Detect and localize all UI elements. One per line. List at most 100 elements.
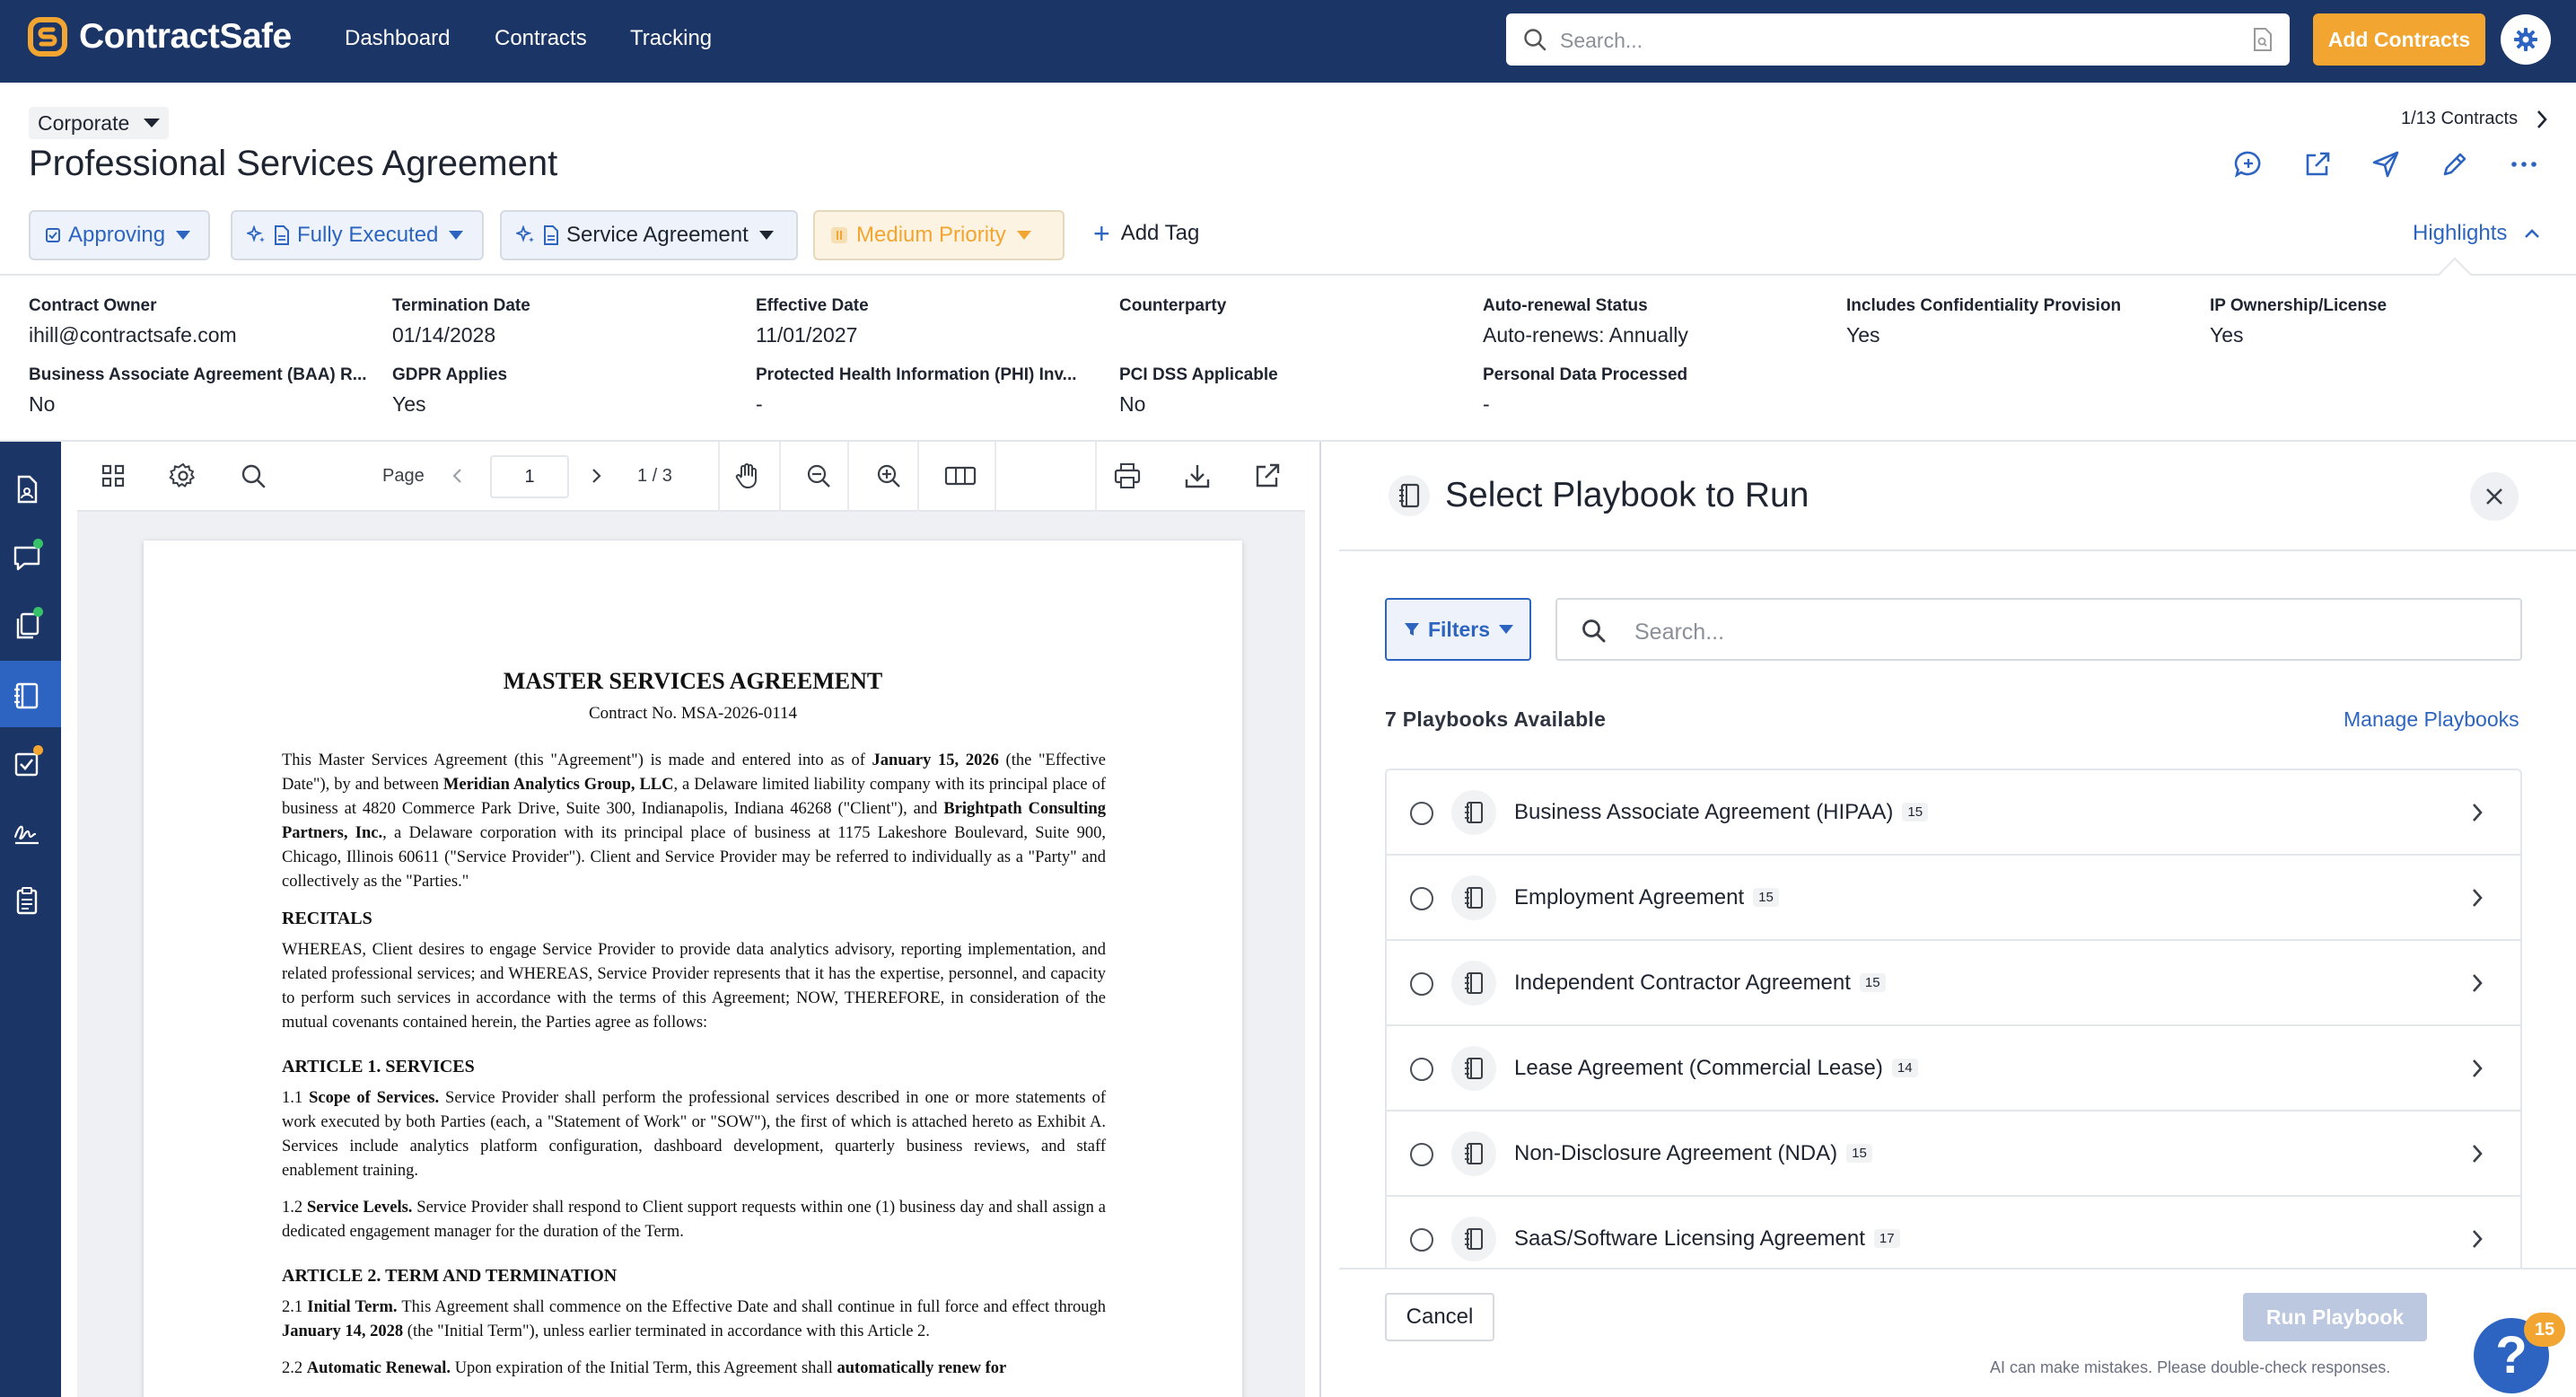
rail-comments[interactable]	[0, 523, 61, 589]
download-button[interactable]	[1176, 454, 1219, 497]
execution-status-pill[interactable]: Fully Executed	[231, 210, 484, 260]
metadata-label: Contract Owner	[29, 296, 157, 315]
playbook-list-item[interactable]: Employment Agreement 15	[1387, 856, 2520, 941]
folder-select[interactable]: Corporate	[29, 107, 170, 139]
playbook-icon-badge	[1451, 1131, 1496, 1176]
edit-icon[interactable]	[2440, 149, 2470, 180]
playbook-list-item[interactable]: Non-Disclosure Agreement (NDA) 15	[1387, 1111, 2520, 1197]
status-pill-label: Approving	[68, 223, 166, 247]
nav-dashboard[interactable]: Dashboard	[345, 26, 450, 51]
document-heading: RECITALS	[282, 909, 372, 928]
viewer-search-button[interactable]	[232, 454, 275, 497]
rail-related-documents[interactable]	[0, 591, 61, 657]
nav-tracking[interactable]: Tracking	[630, 26, 712, 51]
document-paragraph: WHEREAS, Client desires to engage Servic…	[282, 941, 1106, 1032]
playbook-list-item[interactable]: Business Associate Agreement (HIPAA) 15	[1387, 770, 2520, 856]
metadata-value: Auto-renews: Annually	[1483, 323, 1688, 347]
cancel-button[interactable]: Cancel	[1385, 1293, 1494, 1341]
chevron-up-icon	[2523, 227, 2541, 240]
add-contracts-button[interactable]: Add Contracts	[2313, 13, 2485, 66]
rail-document-details[interactable]	[0, 454, 61, 521]
metadata-field[interactable]: Includes Confidentiality Provision Yes	[1846, 296, 2196, 347]
playbook-name: Non-Disclosure Agreement (NDA) 15	[1514, 1141, 1872, 1166]
metadata-field[interactable]: IP Ownership/License Yes	[2210, 296, 2560, 347]
global-search-input[interactable]: Search...	[1506, 13, 2290, 66]
playbook-icon	[1461, 885, 1486, 910]
metadata-field[interactable]: Personal Data Processed -	[1483, 365, 1833, 417]
page-label: Page	[382, 466, 425, 486]
gear-icon	[2513, 27, 2538, 52]
highlights-toggle[interactable]: Highlights	[2413, 221, 2541, 246]
metadata-field[interactable]: Effective Date 11/01/2027	[756, 296, 1106, 347]
metadata-field[interactable]: PCI DSS Applicable No	[1119, 365, 1469, 417]
rail-checklist[interactable]	[0, 865, 61, 932]
document-paragraph: 2.1 Initial Term. This Agreement shall c…	[282, 1298, 1106, 1340]
more-icon[interactable]	[2509, 149, 2539, 180]
zoom-in-button[interactable]	[867, 454, 910, 497]
playbook-radio[interactable]	[1410, 1228, 1433, 1252]
side-tool-rail	[0, 442, 61, 1397]
viewer-settings-button[interactable]	[162, 454, 205, 497]
folder-select-value: Corporate	[38, 110, 130, 135]
print-button[interactable]	[1106, 454, 1149, 497]
chevron-down-icon	[176, 231, 191, 240]
metadata-field[interactable]: GDPR Applies Yes	[392, 365, 742, 417]
zoom-in-icon	[874, 461, 903, 490]
document-heading: ARTICLE 1. SERVICES	[282, 1057, 475, 1076]
filters-button[interactable]: Filters	[1385, 598, 1531, 661]
search-icon	[239, 461, 267, 490]
playbook-list-item[interactable]: Independent Contractor Agreement 15	[1387, 941, 2520, 1026]
nav-contracts[interactable]: Contracts	[495, 26, 587, 51]
brand-logo[interactable]: ContractSafe	[27, 16, 292, 57]
previous-page-button[interactable]	[443, 454, 476, 497]
open-external-button[interactable]	[1246, 454, 1289, 497]
document-title: MASTER SERVICES AGREEMENT	[503, 668, 883, 694]
columns-icon	[944, 461, 977, 490]
page-layout-button[interactable]	[937, 454, 980, 497]
comment-icon[interactable]	[2233, 149, 2264, 180]
status-pill[interactable]: Approving	[29, 210, 210, 260]
document-paragraph: This Master Services Agreement (this "Ag…	[282, 751, 1107, 891]
toolbar-separator	[718, 442, 720, 512]
add-tag-button[interactable]: + Add Tag	[1093, 219, 1199, 248]
pan-tool-button[interactable]	[725, 454, 768, 497]
settings-button[interactable]	[2501, 14, 2551, 65]
send-icon[interactable]	[2370, 149, 2401, 180]
metadata-field[interactable]: Contract Owner ihill@contractsafe.com	[29, 296, 379, 347]
playbook-radio[interactable]	[1410, 972, 1433, 996]
priority-pill[interactable]: Medium Priority	[813, 210, 1065, 260]
playbook-radio[interactable]	[1410, 1143, 1433, 1166]
metadata-field[interactable]: Protected Health Information (PHI) Inv..…	[756, 365, 1106, 417]
rail-signatures[interactable]	[0, 797, 61, 864]
playbook-radio[interactable]	[1410, 1058, 1433, 1081]
playbook-icon	[1388, 474, 1431, 517]
playbook-radio[interactable]	[1410, 887, 1433, 910]
close-panel-button[interactable]	[2470, 472, 2519, 521]
manage-playbooks-link[interactable]: Manage Playbooks	[2344, 707, 2519, 732]
question-mark-icon: ?	[2495, 1326, 2528, 1384]
next-contract-chevron-icon[interactable]	[2535, 109, 2549, 130]
zoom-out-button[interactable]	[797, 454, 840, 497]
metadata-field[interactable]: Counterparty	[1119, 296, 1469, 323]
playbook-list-item[interactable]: SaaS/Software Licensing Agreement 17	[1387, 1197, 2520, 1268]
document-search-icon[interactable]	[2252, 27, 2274, 52]
rail-tasks[interactable]	[0, 729, 61, 795]
playbook-list-item[interactable]: Lease Agreement (Commercial Lease) 14	[1387, 1026, 2520, 1111]
playbook-search-input[interactable]: Search...	[1555, 598, 2522, 661]
rail-playbooks[interactable]	[0, 661, 61, 727]
playbook-icon-badge	[1451, 790, 1496, 835]
metadata-field[interactable]: Business Associate Agreement (BAA) R... …	[29, 365, 379, 417]
metadata-field[interactable]: Auto-renewal Status Auto-renews: Annuall…	[1483, 296, 1833, 347]
chevron-right-icon	[2470, 886, 2484, 909]
contract-type-pill[interactable]: Service Agreement	[500, 210, 798, 260]
metadata-field[interactable]: Termination Date 01/14/2028	[392, 296, 742, 347]
external-link-icon[interactable]	[2302, 149, 2333, 180]
thumbnails-button[interactable]	[92, 454, 135, 497]
run-playbook-button[interactable]: Run Playbook	[2243, 1293, 2427, 1341]
next-page-button[interactable]	[582, 454, 614, 497]
playbook-icon	[12, 681, 42, 711]
chevron-down-icon	[144, 119, 161, 127]
page-number-input[interactable]: 1	[490, 455, 569, 498]
playbook-icon	[1461, 1141, 1486, 1166]
playbook-radio[interactable]	[1410, 802, 1433, 825]
